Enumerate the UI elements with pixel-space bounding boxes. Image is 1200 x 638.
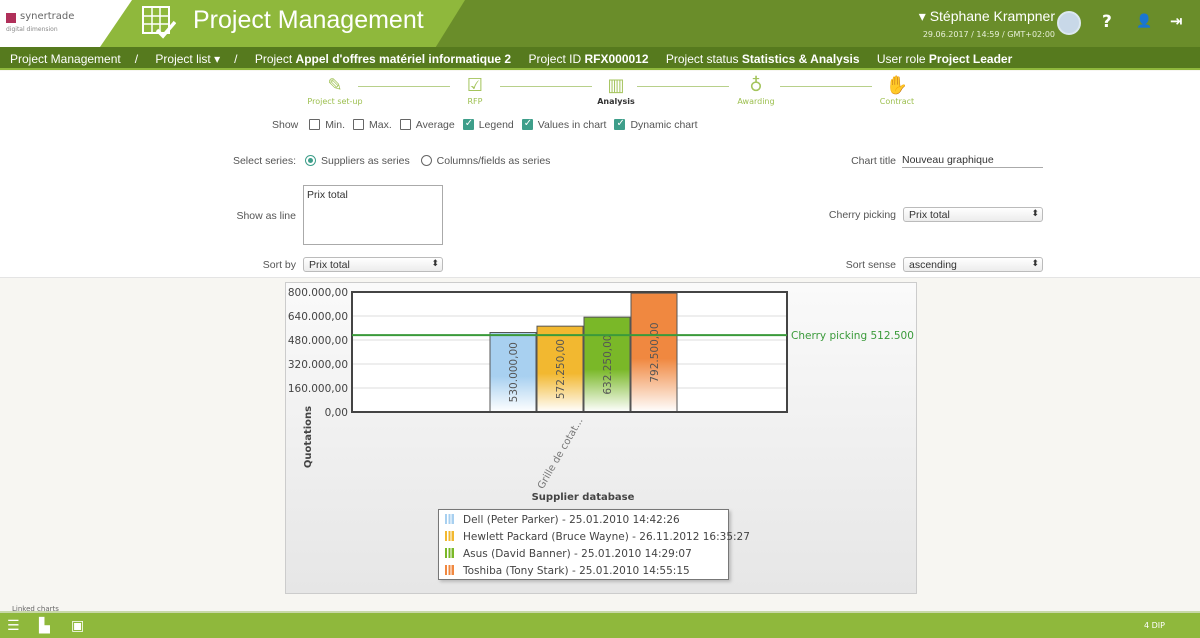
checkbox-min-[interactable] — [309, 119, 320, 130]
app-title: Project Management — [193, 6, 424, 35]
checkbox-values-in-chart[interactable] — [522, 119, 533, 130]
legend-item[interactable]: Toshiba (Tony Stark) - 25.01.2010 14:55:… — [445, 563, 728, 580]
checkbox-legend[interactable] — [463, 119, 474, 130]
chart-icon: ▥ — [576, 75, 656, 97]
menu-icon[interactable]: ☰ — [7, 618, 20, 634]
breadcrumb-project-list[interactable]: Project list ▾ — [155, 52, 220, 66]
help-icon[interactable]: ? — [1102, 12, 1112, 32]
user-datetime: 29.06.2017 / 14:59 / GMT+02:00 — [923, 30, 1055, 39]
user-menu[interactable]: ▾ Stéphane Krampner — [919, 8, 1055, 25]
checkbox-average[interactable] — [400, 119, 411, 130]
legend-item[interactable]: Asus (David Banner) - 25.01.2010 14:29:0… — [445, 546, 728, 563]
factory-icon[interactable]: ▙ — [39, 618, 50, 634]
step-contract[interactable]: ✋Contract — [857, 75, 937, 106]
bar-chart-icon — [445, 531, 454, 541]
workflow-steps: ✎Project set-up ☑RFP ▥Analysis ♁Awarding… — [0, 71, 1200, 111]
breadcrumb-root[interactable]: Project Management — [10, 52, 121, 66]
checkbox-icon: ☑ — [435, 75, 515, 97]
cherry-picking-select[interactable]: Prix total — [903, 207, 1043, 222]
sort-sense-select[interactable]: ascending — [903, 257, 1043, 272]
step-rfp[interactable]: ☑RFP — [435, 75, 515, 106]
chart-legend: Dell (Peter Parker) - 25.01.2010 14:42:2… — [438, 509, 729, 580]
chart-title-input[interactable] — [902, 153, 1043, 168]
grid-check-icon — [142, 6, 176, 40]
suppliers-as-series-radio[interactable] — [305, 155, 316, 166]
logout-icon[interactable]: ⇥ — [1170, 12, 1183, 30]
award-icon: ♁ — [716, 75, 796, 97]
bar-chart-icon — [445, 565, 454, 575]
sort-by-select[interactable]: Prix total — [303, 257, 443, 272]
checkbox-dynamic-chart[interactable] — [614, 119, 625, 130]
show-as-line-listbox[interactable]: Prix total — [303, 185, 443, 245]
chart-settings-form: Show Min.Max.AverageLegendValues in char… — [0, 111, 1200, 278]
columns-as-series-radio[interactable] — [421, 155, 432, 166]
legend-item[interactable]: Dell (Peter Parker) - 25.01.2010 14:42:2… — [445, 512, 728, 529]
user-switch-icon[interactable]: 👤 — [1136, 14, 1152, 29]
spreadsheet-icon[interactable]: ▣ — [71, 618, 84, 634]
document-gear-icon: ✎ — [295, 75, 375, 97]
checkbox-max-[interactable] — [353, 119, 364, 130]
step-awarding[interactable]: ♁Awarding — [716, 75, 796, 106]
bar-chart-icon — [445, 548, 454, 558]
step-project-setup[interactable]: ✎Project set-up — [295, 75, 375, 106]
breadcrumb: Project Management/ Project list ▾/ Proj… — [0, 47, 1200, 70]
bar-chart-icon — [445, 514, 454, 524]
handshake-icon: ✋ — [857, 75, 937, 97]
legend-item[interactable]: Hewlett Packard (Bruce Wayne) - 26.11.20… — [445, 529, 728, 546]
step-analysis[interactable]: ▥Analysis — [576, 75, 656, 106]
avatar[interactable] — [1057, 11, 1081, 35]
app-header: synertradedigital dimension Project Mana… — [0, 0, 1200, 47]
footer-bar: ☰ ▙ ▣ 4 DIP — [0, 611, 1200, 638]
dip-count: 4 DIP — [1144, 621, 1165, 630]
